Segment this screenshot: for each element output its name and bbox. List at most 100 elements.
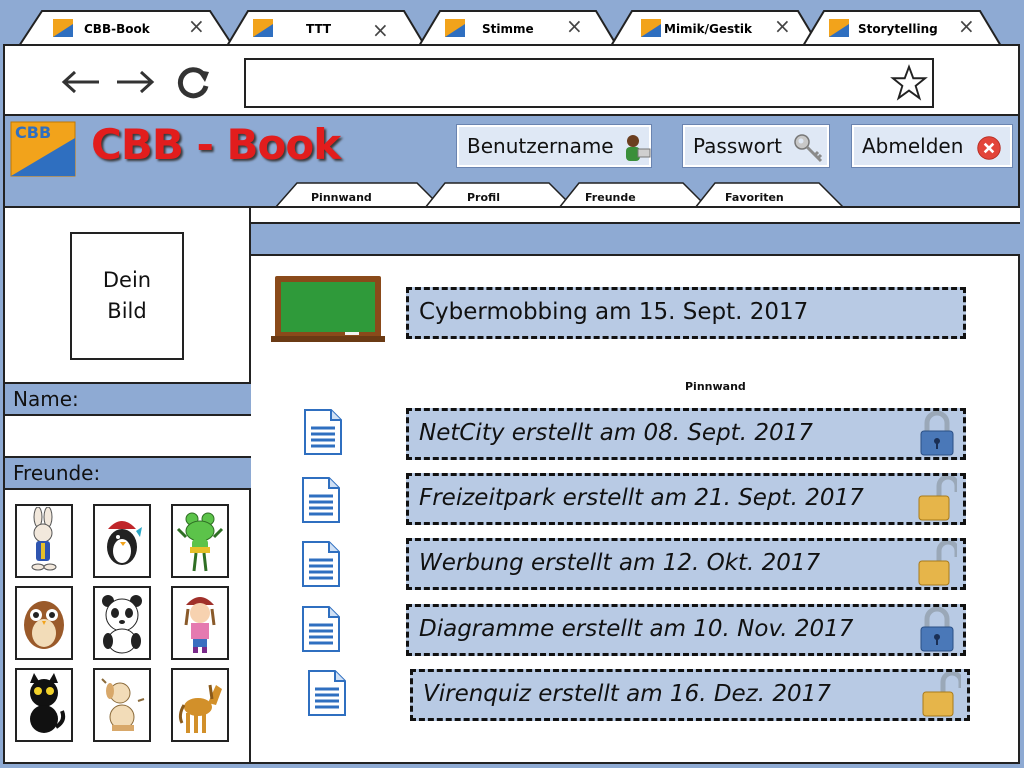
browser-tab-mimik-gestik[interactable]: Mimik/Gestik × <box>610 10 820 46</box>
post-item[interactable]: Werbung erstellt am 12. Okt. 2017 <box>406 538 966 590</box>
username-button[interactable]: Benutzername <box>456 124 652 168</box>
tab-label: Favoriten <box>725 191 784 204</box>
photo-line-2: Bild <box>107 299 147 323</box>
close-icon[interactable]: × <box>958 16 975 36</box>
tab-shape <box>425 182 575 208</box>
cbb-logo-icon <box>53 19 73 37</box>
announcement-banner[interactable]: Cybermobbing am 15. Sept. 2017 <box>406 287 966 339</box>
friend-avatar[interactable] <box>93 668 151 742</box>
forward-arrow-icon[interactable] <box>113 64 157 100</box>
lock-open-icon <box>918 541 957 586</box>
tab-profil[interactable]: Profil <box>425 182 575 208</box>
logo-text: CBB <box>15 123 51 142</box>
app-title: CBB - Book <box>91 120 341 169</box>
content-header-strip <box>251 224 1020 256</box>
profile-sidebar: Dein Bild Name: Freunde: <box>5 208 251 762</box>
friend-avatar[interactable] <box>171 668 229 742</box>
user-icon <box>626 135 651 161</box>
friend-avatar[interactable] <box>15 586 73 660</box>
horse-icon <box>178 684 222 733</box>
lock-closed-icon <box>920 607 954 652</box>
address-bar[interactable] <box>244 58 934 108</box>
profile-photo-placeholder[interactable]: Dein Bild <box>70 232 184 360</box>
reload-icon[interactable] <box>171 64 215 100</box>
name-label: Name: <box>5 382 251 416</box>
document-icon[interactable] <box>299 476 343 524</box>
browser-tab-ttt[interactable]: TTT × <box>226 10 426 46</box>
friend-avatar[interactable] <box>15 668 73 742</box>
logout-close-icon <box>977 136 1001 160</box>
document-icon[interactable] <box>305 669 349 717</box>
pinboard-caption: Pinnwand <box>685 380 746 393</box>
username-label: Benutzername <box>467 134 614 158</box>
tab-pinnwand[interactable]: Pinnwand <box>275 182 443 208</box>
post-title: Freizeitpark erstellt am 21. Sept. 2017 <box>419 485 864 511</box>
cbb-logo-icon <box>445 19 465 37</box>
tab-favoriten[interactable]: Favoriten <box>695 182 845 208</box>
key-icon <box>794 134 823 163</box>
tab-label: TTT <box>306 22 332 36</box>
post-title: Werbung erstellt am 12. Okt. 2017 <box>419 550 821 576</box>
post-title: Virenquiz erstellt am 16. Dez. 2017 <box>423 681 831 707</box>
girl-icon <box>184 597 216 653</box>
tab-freunde[interactable]: Freunde <box>559 182 709 208</box>
dog-icon <box>101 678 145 731</box>
content-top-strip <box>251 208 1020 224</box>
friend-avatar[interactable] <box>171 586 229 660</box>
document-icon[interactable] <box>299 540 343 588</box>
cbb-logo-icon <box>641 19 661 37</box>
browser-tab-bar: CBB-Book × TTT × Stimme × Mimik/Gestik ×… <box>0 0 1024 46</box>
back-arrow-icon[interactable] <box>59 64 103 100</box>
password-label: Passwort <box>693 134 782 158</box>
document-icon[interactable] <box>299 605 343 653</box>
owl-icon <box>24 601 64 649</box>
panda-icon <box>102 595 142 654</box>
friends-label: Freunde: <box>5 456 251 490</box>
cbb-logo-icon <box>829 19 849 37</box>
friends-grid <box>5 490 251 762</box>
photo-line-1: Dein <box>102 268 152 292</box>
tab-label: Freunde <box>585 191 636 204</box>
close-icon[interactable]: × <box>188 16 205 36</box>
pirate-penguin-icon <box>107 521 142 565</box>
logout-label: Abmelden <box>862 134 964 158</box>
lock-closed-icon <box>920 411 954 456</box>
post-item[interactable]: Freizeitpark erstellt am 21. Sept. 2017 <box>406 473 966 525</box>
logout-button[interactable]: Abmelden <box>851 124 1013 168</box>
browser-tab-stimme[interactable]: Stimme × <box>418 10 618 46</box>
browser-toolbar <box>3 44 1020 116</box>
close-icon[interactable]: × <box>566 16 583 36</box>
name-value <box>5 416 251 458</box>
cbb-logo: CBB <box>10 121 76 177</box>
browser-tab-storytelling[interactable]: Storytelling × <box>802 10 1002 46</box>
chalkboard-icon <box>271 276 385 342</box>
password-button[interactable]: Passwort <box>682 124 830 168</box>
friend-avatar[interactable] <box>15 504 73 578</box>
frog-icon <box>176 512 224 572</box>
main-frame: Dein Bild Name: Freunde: Cybermobbing am… <box>3 206 1020 764</box>
lock-open-icon <box>918 476 957 521</box>
tab-label: Pinnwand <box>311 191 372 204</box>
tab-label: Profil <box>467 191 500 204</box>
post-item[interactable]: NetCity erstellt am 08. Sept. 2017 <box>406 408 966 460</box>
close-icon[interactable]: × <box>774 16 791 36</box>
post-item[interactable]: Virenquiz erstellt am 16. Dez. 2017 <box>410 669 970 721</box>
browser-tab-cbb-book[interactable]: CBB-Book × <box>18 10 234 46</box>
document-icon[interactable] <box>301 408 345 456</box>
tab-label: Mimik/Gestik <box>664 22 752 36</box>
tab-label: Stimme <box>482 22 534 36</box>
app-header: CBB CBB - Book Benutzername Passwort Abm… <box>3 116 1020 208</box>
post-title: NetCity erstellt am 08. Sept. 2017 <box>419 420 813 446</box>
black-cat-icon <box>30 673 66 733</box>
close-icon[interactable]: × <box>372 20 389 40</box>
friend-avatar[interactable] <box>93 586 151 660</box>
post-item[interactable]: Diagramme erstellt am 10. Nov. 2017 <box>406 604 966 656</box>
post-title: Diagramme erstellt am 10. Nov. 2017 <box>419 616 854 642</box>
friend-avatar[interactable] <box>171 504 229 578</box>
rabbit-icon <box>31 507 57 571</box>
friend-avatar[interactable] <box>93 504 151 578</box>
tab-label: CBB-Book <box>84 22 150 36</box>
star-icon[interactable] <box>890 64 928 102</box>
lock-open-icon <box>922 672 961 717</box>
pinboard-content: Cybermobbing am 15. Sept. 2017 Pinnwand … <box>251 208 1020 762</box>
